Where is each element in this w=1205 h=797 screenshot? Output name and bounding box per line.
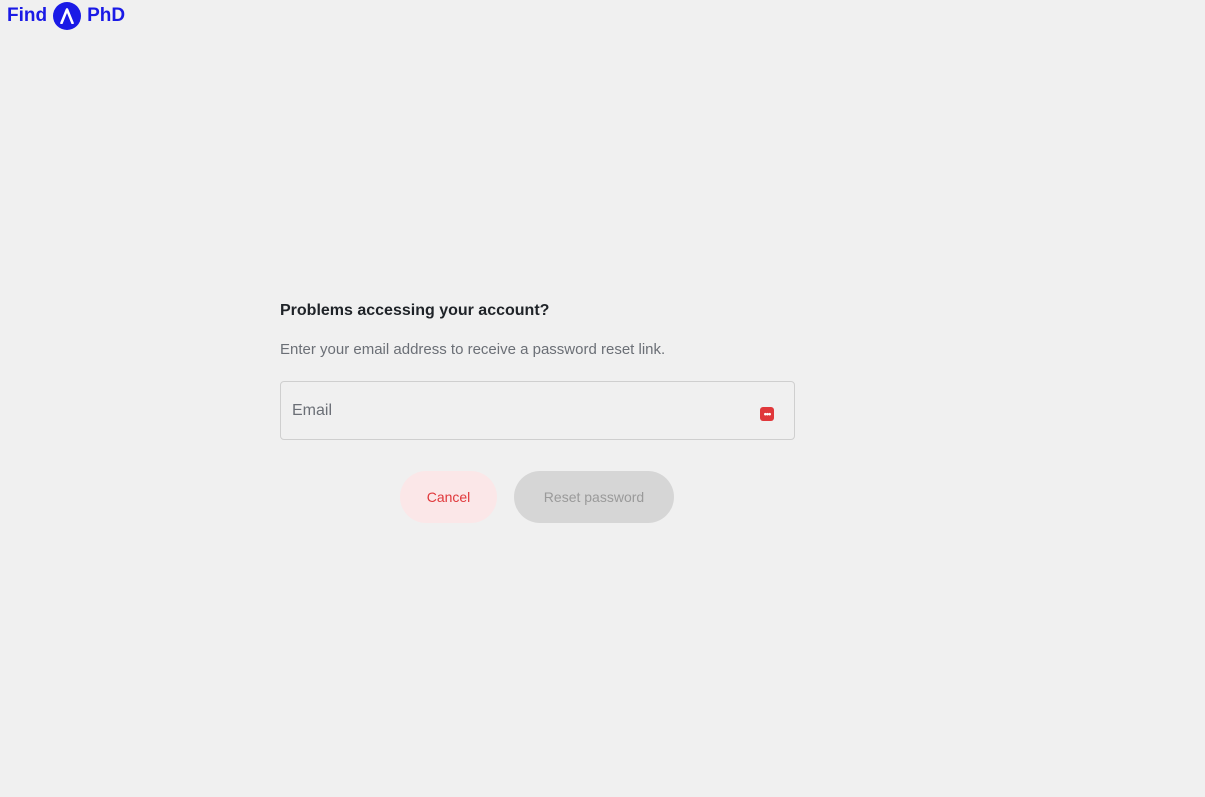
password-manager-icon[interactable]: •••	[760, 407, 774, 421]
logo-a-icon	[53, 2, 82, 30]
email-input[interactable]	[281, 382, 794, 439]
instruction-text: Enter your email address to receive a pa…	[280, 341, 666, 358]
password-reset-panel: Problems accessing your account? Enter y…	[280, 300, 795, 523]
logo-text-phd: PhD	[87, 5, 126, 26]
form-actions: Cancel Reset password	[400, 471, 674, 523]
email-field: •••	[280, 381, 795, 440]
findaphd-logo[interactable]: Find PhD	[7, 2, 125, 30]
cancel-button[interactable]: Cancel	[400, 471, 497, 523]
page-title: Problems accessing your account?	[280, 302, 550, 319]
logo-text-find: Find	[7, 5, 48, 26]
reset-password-button[interactable]: Reset password	[514, 471, 674, 523]
